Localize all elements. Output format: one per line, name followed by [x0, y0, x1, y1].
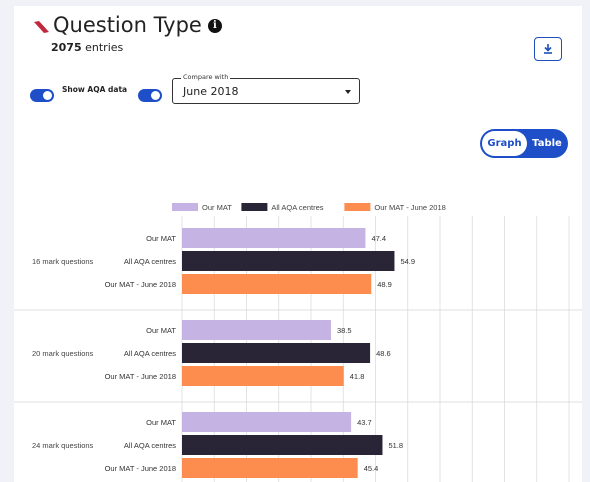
chart-data-label: 43.7: [357, 418, 372, 427]
chart-series-tick-label: Our MAT: [146, 326, 176, 335]
chart-series-tick-label: Our MAT - June 2018: [105, 372, 176, 381]
question-type-chart: Our MAT All AQA centres Our MAT - June 201…: [14, 203, 582, 482]
chart-bar[interactable]: [182, 412, 352, 432]
chart-series-tick-label: Our MAT: [146, 234, 176, 243]
chart-bar[interactable]: [182, 458, 358, 478]
chart-bar[interactable]: [182, 251, 395, 271]
chart-data-label: 54.9: [400, 257, 415, 266]
chart-data-label: 48.6: [376, 349, 391, 358]
legend-swatch: [344, 203, 371, 211]
chart-category-label: 20 mark questions: [32, 349, 94, 358]
question-type-card: Question Type i 2075 entries Show AQA dat…: [14, 6, 582, 482]
chart-data-label: 38.5: [337, 326, 352, 335]
legend-swatch: [241, 203, 268, 211]
chart-series-tick-label: All AQA centres: [124, 441, 176, 450]
chart-bar[interactable]: [182, 366, 344, 386]
legend-label: All AQA centres: [271, 203, 323, 212]
legend-swatch: [172, 203, 198, 211]
chart-data-label: 41.8: [350, 372, 365, 381]
chart-data-label: 48.9: [377, 280, 392, 289]
chart-series-tick-label: Our MAT - June 2018: [105, 280, 176, 289]
legend-label: Our MAT - June 2018: [374, 203, 445, 212]
chart-series-tick-label: All AQA centres: [124, 349, 176, 358]
chart-series-tick-label: Our MAT - June 2018: [105, 464, 176, 473]
chart-category-label: 16 mark questions: [32, 257, 94, 266]
chart-data-label: 45.4: [364, 464, 379, 473]
chart-bar[interactable]: [182, 320, 331, 340]
chart-data-label: 51.8: [388, 441, 403, 450]
chart-bar[interactable]: [182, 274, 372, 294]
chart-series-tick-label: All AQA centres: [124, 257, 176, 266]
chart-series-tick-label: Our MAT: [146, 418, 176, 427]
chart-category-label: 24 mark questions: [32, 441, 94, 450]
chart-bar[interactable]: [182, 343, 371, 363]
chart-bar[interactable]: [182, 435, 383, 455]
chart-data-label: 47.4: [371, 234, 386, 243]
legend-label: Our MAT: [202, 203, 232, 212]
chart-bar[interactable]: [182, 228, 366, 248]
